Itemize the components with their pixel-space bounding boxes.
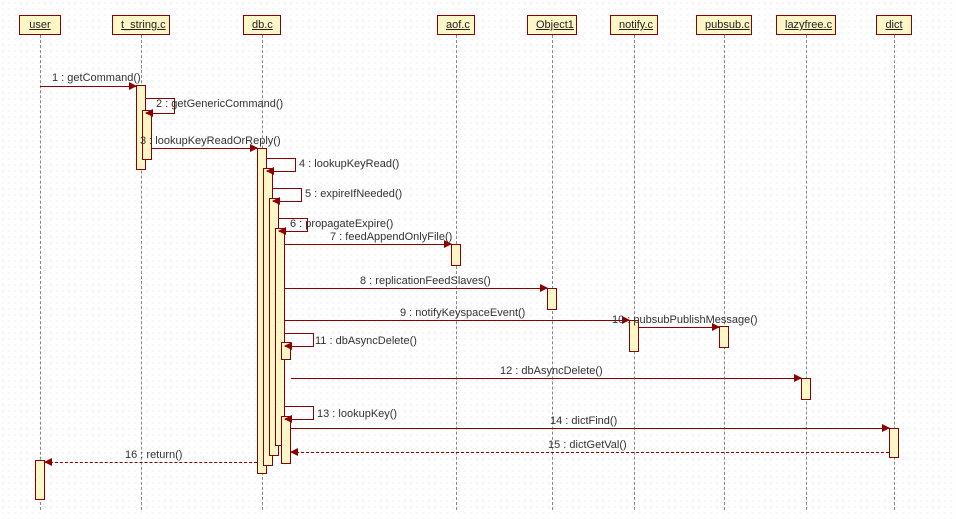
activation (281, 416, 291, 464)
participant-dict: dict (876, 15, 912, 35)
message-self (285, 406, 314, 420)
message-arrow (291, 378, 801, 379)
message-self (273, 188, 302, 202)
message-label: 13 : lookupKey() (317, 408, 397, 420)
message-return (45, 462, 257, 463)
participant-lazyfree: lazyfree.c (776, 15, 836, 35)
message-return (291, 452, 889, 453)
message-label: 1 : getCommand() (52, 72, 141, 84)
participant-pubsub: pubsub.c (696, 15, 752, 35)
activation (35, 460, 45, 500)
message-arrow (285, 244, 451, 245)
message-arrow (285, 288, 547, 289)
message-label: 6 : propagateExpire() (290, 218, 393, 230)
message-label: 4 : lookupKeyRead() (299, 158, 399, 170)
message-arrow (152, 148, 257, 149)
message-label: 9 : notifyKeyspaceEvent() (400, 307, 525, 319)
message-label: 10 : pubsubPublishMessage() (612, 314, 758, 326)
message-self (267, 158, 296, 172)
message-label: 5 : expireIfNeeded() (305, 188, 402, 200)
participant-t-string: t_string.c (112, 15, 170, 35)
message-label: 11 : dbAsyncDelete() (315, 335, 417, 347)
message-arrow (40, 86, 136, 87)
lifeline (806, 35, 807, 510)
lifeline (724, 35, 725, 510)
message-label: 12 : dbAsyncDelete() (500, 365, 603, 377)
lifeline (456, 35, 457, 510)
message-label: 3 : lookupKeyReadOrReply() (140, 135, 281, 147)
activation (275, 228, 285, 446)
activation (547, 288, 557, 310)
message-arrow (291, 428, 889, 429)
message-arrow (639, 327, 719, 328)
message-label: 16 : return() (125, 449, 182, 461)
message-arrow (285, 320, 629, 321)
lifeline (634, 35, 635, 510)
lifeline (40, 35, 41, 510)
participant-aof: aof.c (437, 15, 475, 35)
activation (451, 244, 461, 266)
participant-db: db.c (243, 15, 281, 35)
message-label: 8 : replicationFeedSlaves() (360, 275, 491, 287)
participant-notify: notify.c (610, 15, 658, 35)
participant-user: user (19, 15, 61, 35)
activation (719, 326, 729, 348)
message-self (285, 333, 314, 347)
message-label: 14 : dictFind() (550, 415, 617, 427)
message-label: 2 : getGenericCommand() (156, 98, 283, 110)
activation (889, 428, 899, 458)
message-label: 7 : feedAppendOnlyFile() (330, 231, 452, 243)
participant-object1: Object1 (527, 15, 577, 35)
activation (801, 378, 811, 400)
message-label: 15 : dictGetVal() (548, 439, 627, 451)
